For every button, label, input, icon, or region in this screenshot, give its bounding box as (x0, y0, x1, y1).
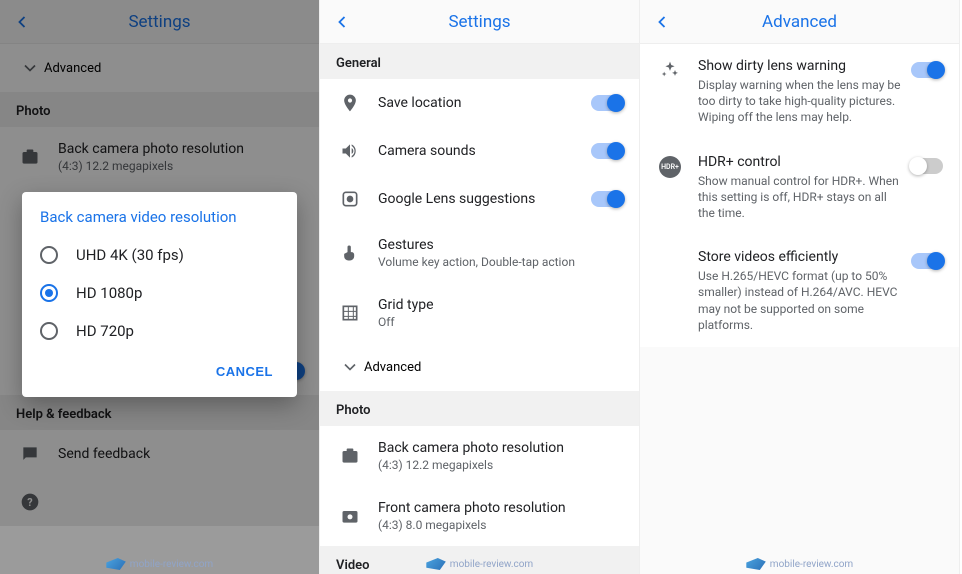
toggle[interactable] (591, 143, 623, 159)
row-description: Show manual control for HDR+. When this … (698, 173, 901, 222)
hdr-control-row[interactable]: HDR+ HDR+ control Show manual control fo… (640, 140, 959, 236)
radio-label: HD 1080p (76, 284, 142, 302)
hdr-icon: HDR+ (656, 156, 684, 178)
toggle[interactable] (911, 62, 943, 78)
gestures-row[interactable]: Gestures Volume key action, Double-tap a… (320, 223, 639, 283)
toggle[interactable] (591, 191, 623, 207)
resolution-dialog: Back camera video resolution UHD 4K (30 … (22, 192, 297, 397)
page-title: Settings (320, 12, 639, 32)
radio-option[interactable]: UHD 4K (30 fps) (22, 236, 297, 274)
save-location-row[interactable]: Save location (320, 79, 639, 127)
watermark: mobile-review.com (106, 558, 213, 570)
row-title: Gestures (378, 237, 623, 253)
toggle[interactable] (911, 158, 943, 174)
logo-icon (426, 558, 446, 570)
lens-icon (336, 189, 364, 209)
front-camera-row[interactable]: Front camera photo resolution (4:3) 8.0 … (320, 486, 639, 546)
row-title: HDR+ control (698, 154, 901, 170)
watermark: mobile-review.com (746, 558, 853, 570)
header: Settings (320, 0, 639, 44)
grid-icon (336, 303, 364, 323)
toggle[interactable] (911, 253, 943, 269)
radio-icon (40, 322, 58, 340)
chevron-down-icon (336, 357, 364, 377)
radio-label: UHD 4K (30 fps) (76, 246, 184, 264)
row-title: Save location (378, 95, 591, 111)
row-subtitle: Volume key action, Double-tap action (378, 255, 623, 269)
camera-sounds-row[interactable]: Camera sounds (320, 127, 639, 175)
watermark: mobile-review.com (426, 558, 533, 570)
row-title: Grid type (378, 297, 623, 313)
back-camera-row[interactable]: Back camera photo resolution (4:3) 12.2 … (320, 426, 639, 486)
row-title: Store videos efficiently (698, 249, 901, 265)
advanced-label: Advanced (364, 360, 421, 375)
advanced-row[interactable]: Advanced (320, 343, 639, 391)
row-subtitle: (4:3) 8.0 megapixels (378, 518, 623, 532)
row-title: Show dirty lens warning (698, 58, 901, 74)
section-general: General (320, 44, 639, 79)
store-videos-row[interactable]: Store videos efficiently Use H.265/HEVC … (640, 235, 959, 347)
page-title: Advanced (640, 12, 959, 32)
radio-label: HD 720p (76, 322, 134, 340)
panel-advanced: Advanced Show dirty lens warning Display… (640, 0, 960, 574)
dirty-lens-row[interactable]: Show dirty lens warning Display warning … (640, 44, 959, 140)
camera-rear-icon (336, 446, 364, 466)
volume-icon (336, 141, 364, 161)
location-icon (336, 93, 364, 113)
panel-settings: Settings General Save location Camera so… (320, 0, 640, 574)
radio-option[interactable]: HD 1080p (22, 274, 297, 312)
back-icon[interactable] (320, 0, 364, 44)
radio-icon (40, 246, 58, 264)
logo-icon (106, 558, 126, 570)
row-title: Front camera photo resolution (378, 500, 623, 516)
panel-settings-dialog: Settings Advanced Photo Back camera phot… (0, 0, 320, 574)
logo-icon (746, 558, 766, 570)
radio-icon (40, 284, 58, 302)
header: Advanced (640, 0, 959, 44)
cancel-button[interactable]: CANCEL (208, 358, 281, 385)
row-title: Back camera photo resolution (378, 440, 623, 456)
back-icon[interactable] (640, 0, 684, 44)
row-title: Camera sounds (378, 143, 591, 159)
row-subtitle: Off (378, 315, 623, 329)
sparkle-icon (656, 60, 684, 80)
row-description: Display warning when the lens may be too… (698, 77, 901, 126)
camera-front-icon (336, 506, 364, 526)
grid-row[interactable]: Grid type Off (320, 283, 639, 343)
toggle[interactable] (591, 95, 623, 111)
row-description: Use H.265/HEVC format (up to 50% smaller… (698, 268, 901, 333)
dialog-title: Back camera video resolution (22, 208, 297, 236)
radio-option[interactable]: HD 720p (22, 312, 297, 350)
section-photo: Photo (320, 391, 639, 426)
lens-row[interactable]: Google Lens suggestions (320, 175, 639, 223)
gesture-icon (336, 243, 364, 263)
row-title: Google Lens suggestions (378, 191, 591, 207)
row-subtitle: (4:3) 12.2 megapixels (378, 458, 623, 472)
